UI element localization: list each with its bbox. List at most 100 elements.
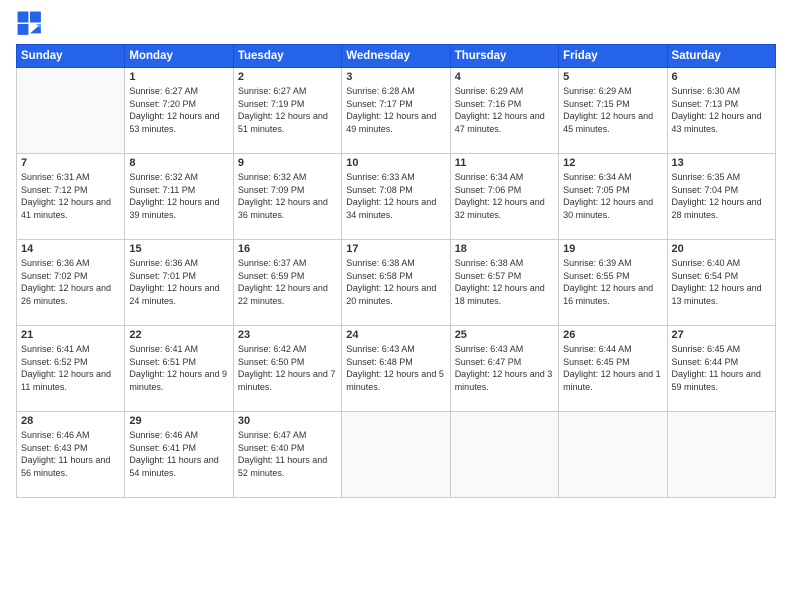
cell-info: Sunrise: 6:27 AMSunset: 7:19 PMDaylight:… <box>238 85 337 135</box>
calendar-cell: 18 Sunrise: 6:38 AMSunset: 6:57 PMDayligh… <box>450 240 558 326</box>
weekday-monday: Monday <box>125 45 233 68</box>
calendar-cell: 11 Sunrise: 6:34 AMSunset: 7:06 PMDayligh… <box>450 154 558 240</box>
calendar-cell: 24 Sunrise: 6:43 AMSunset: 6:48 PMDayligh… <box>342 326 450 412</box>
cell-info: Sunrise: 6:46 AMSunset: 6:43 PMDaylight:… <box>21 429 120 479</box>
weekday-thursday: Thursday <box>450 45 558 68</box>
day-number: 6 <box>672 71 771 83</box>
day-number: 25 <box>455 329 554 341</box>
calendar-cell: 12 Sunrise: 6:34 AMSunset: 7:05 PMDayligh… <box>559 154 667 240</box>
day-number: 22 <box>129 329 228 341</box>
day-number: 8 <box>129 157 228 169</box>
day-number: 4 <box>455 71 554 83</box>
weekday-wednesday: Wednesday <box>342 45 450 68</box>
cell-info: Sunrise: 6:34 AMSunset: 7:05 PMDaylight:… <box>563 171 662 221</box>
calendar-cell: 29Sunrise: 6:46 AMSunset: 6:41 PMDayligh… <box>125 412 233 498</box>
calendar-cell: 5 Sunrise: 6:29 AMSunset: 7:15 PMDaylight… <box>559 68 667 154</box>
cell-info: Sunrise: 6:40 AMSunset: 6:54 PMDaylight:… <box>672 257 771 307</box>
page-header <box>16 10 776 38</box>
calendar-cell: 27 Sunrise: 6:45 AMSunset: 6:44 PMDayligh… <box>667 326 775 412</box>
day-number: 15 <box>129 243 228 255</box>
day-number: 30 <box>238 415 337 427</box>
calendar-cell: 23 Sunrise: 6:42 AMSunset: 6:50 PMDayligh… <box>233 326 341 412</box>
day-number: 16 <box>238 243 337 255</box>
cell-info: Sunrise: 6:38 AMSunset: 6:58 PMDaylight:… <box>346 257 445 307</box>
weekday-tuesday: Tuesday <box>233 45 341 68</box>
week-row-5: 28 Sunrise: 6:46 AMSunset: 6:43 PMDayligh… <box>17 412 776 498</box>
cell-info: Sunrise: 6:44 AMSunset: 6:45 PMDaylight:… <box>563 343 662 393</box>
day-number: 18 <box>455 243 554 255</box>
calendar-cell <box>667 412 775 498</box>
day-number: 10 <box>346 157 445 169</box>
calendar-cell: 16 Sunrise: 6:37 AMSunset: 6:59 PMDayligh… <box>233 240 341 326</box>
weekday-saturday: Saturday <box>667 45 775 68</box>
week-row-3: 14 Sunrise: 6:36 AMSunset: 7:02 PMDayligh… <box>17 240 776 326</box>
calendar-cell: 2 Sunrise: 6:27 AMSunset: 7:19 PMDaylight… <box>233 68 341 154</box>
calendar-cell: 28 Sunrise: 6:46 AMSunset: 6:43 PMDayligh… <box>17 412 125 498</box>
logo <box>16 10 48 38</box>
logo-icon <box>16 10 44 38</box>
day-number: 21 <box>21 329 120 341</box>
calendar-cell: 22Sunrise: 6:41 AMSunset: 6:51 PMDayligh… <box>125 326 233 412</box>
day-number: 17 <box>346 243 445 255</box>
calendar-cell: 21Sunrise: 6:41 AMSunset: 6:52 PMDayligh… <box>17 326 125 412</box>
calendar-cell <box>559 412 667 498</box>
cell-info: Sunrise: 6:35 AMSunset: 7:04 PMDaylight:… <box>672 171 771 221</box>
week-row-1: 1 Sunrise: 6:27 AMSunset: 7:20 PMDaylight… <box>17 68 776 154</box>
day-number: 24 <box>346 329 445 341</box>
calendar-cell: 26 Sunrise: 6:44 AMSunset: 6:45 PMDayligh… <box>559 326 667 412</box>
cell-info: Sunrise: 6:43 AMSunset: 6:47 PMDaylight:… <box>455 343 554 393</box>
calendar-cell: 3 Sunrise: 6:28 AMSunset: 7:17 PMDaylight… <box>342 68 450 154</box>
cell-info: Sunrise: 6:38 AMSunset: 6:57 PMDaylight:… <box>455 257 554 307</box>
day-number: 19 <box>563 243 662 255</box>
calendar-cell: 15Sunrise: 6:36 AMSunset: 7:01 PMDayligh… <box>125 240 233 326</box>
day-number: 14 <box>21 243 120 255</box>
day-number: 29 <box>129 415 228 427</box>
day-number: 11 <box>455 157 554 169</box>
calendar-cell: 20Sunrise: 6:40 AMSunset: 6:54 PMDayligh… <box>667 240 775 326</box>
cell-info: Sunrise: 6:33 AMSunset: 7:08 PMDaylight:… <box>346 171 445 221</box>
day-number: 12 <box>563 157 662 169</box>
calendar-cell: 1 Sunrise: 6:27 AMSunset: 7:20 PMDaylight… <box>125 68 233 154</box>
calendar-cell: 6Sunrise: 6:30 AMSunset: 7:13 PMDaylight… <box>667 68 775 154</box>
calendar-cell: 14 Sunrise: 6:36 AMSunset: 7:02 PMDayligh… <box>17 240 125 326</box>
cell-info: Sunrise: 6:36 AMSunset: 7:02 PMDaylight:… <box>21 257 120 307</box>
day-number: 3 <box>346 71 445 83</box>
cell-info: Sunrise: 6:42 AMSunset: 6:50 PMDaylight:… <box>238 343 337 393</box>
cell-info: Sunrise: 6:45 AMSunset: 6:44 PMDaylight:… <box>672 343 771 393</box>
day-number: 13 <box>672 157 771 169</box>
cell-info: Sunrise: 6:27 AMSunset: 7:20 PMDaylight:… <box>129 85 228 135</box>
day-number: 2 <box>238 71 337 83</box>
cell-info: Sunrise: 6:39 AMSunset: 6:55 PMDaylight:… <box>563 257 662 307</box>
day-number: 23 <box>238 329 337 341</box>
cell-info: Sunrise: 6:31 AMSunset: 7:12 PMDaylight:… <box>21 171 120 221</box>
cell-info: Sunrise: 6:32 AMSunset: 7:09 PMDaylight:… <box>238 171 337 221</box>
calendar-cell: 8 Sunrise: 6:32 AMSunset: 7:11 PMDaylight… <box>125 154 233 240</box>
day-number: 5 <box>563 71 662 83</box>
calendar-cell: 9Sunrise: 6:32 AMSunset: 7:09 PMDaylight… <box>233 154 341 240</box>
cell-info: Sunrise: 6:29 AMSunset: 7:15 PMDaylight:… <box>563 85 662 135</box>
day-number: 1 <box>129 71 228 83</box>
cell-info: Sunrise: 6:32 AMSunset: 7:11 PMDaylight:… <box>129 171 228 221</box>
calendar-cell: 30 Sunrise: 6:47 AMSunset: 6:40 PMDayligh… <box>233 412 341 498</box>
day-number: 28 <box>21 415 120 427</box>
cell-info: Sunrise: 6:28 AMSunset: 7:17 PMDaylight:… <box>346 85 445 135</box>
calendar-cell: 17 Sunrise: 6:38 AMSunset: 6:58 PMDayligh… <box>342 240 450 326</box>
week-row-4: 21Sunrise: 6:41 AMSunset: 6:52 PMDayligh… <box>17 326 776 412</box>
cell-info: Sunrise: 6:37 AMSunset: 6:59 PMDaylight:… <box>238 257 337 307</box>
day-number: 27 <box>672 329 771 341</box>
day-number: 7 <box>21 157 120 169</box>
weekday-friday: Friday <box>559 45 667 68</box>
cell-info: Sunrise: 6:34 AMSunset: 7:06 PMDaylight:… <box>455 171 554 221</box>
calendar-cell: 19 Sunrise: 6:39 AMSunset: 6:55 PMDayligh… <box>559 240 667 326</box>
calendar-cell: 4Sunrise: 6:29 AMSunset: 7:16 PMDaylight… <box>450 68 558 154</box>
calendar-cell: 13 Sunrise: 6:35 AMSunset: 7:04 PMDayligh… <box>667 154 775 240</box>
calendar-table: SundayMondayTuesdayWednesdayThursdayFrid… <box>16 44 776 498</box>
calendar-cell <box>450 412 558 498</box>
cell-info: Sunrise: 6:47 AMSunset: 6:40 PMDaylight:… <box>238 429 337 479</box>
cell-info: Sunrise: 6:43 AMSunset: 6:48 PMDaylight:… <box>346 343 445 393</box>
calendar-cell: 7 Sunrise: 6:31 AMSunset: 7:12 PMDaylight… <box>17 154 125 240</box>
weekday-sunday: Sunday <box>17 45 125 68</box>
calendar-cell: 10 Sunrise: 6:33 AMSunset: 7:08 PMDayligh… <box>342 154 450 240</box>
calendar-cell <box>17 68 125 154</box>
day-number: 26 <box>563 329 662 341</box>
